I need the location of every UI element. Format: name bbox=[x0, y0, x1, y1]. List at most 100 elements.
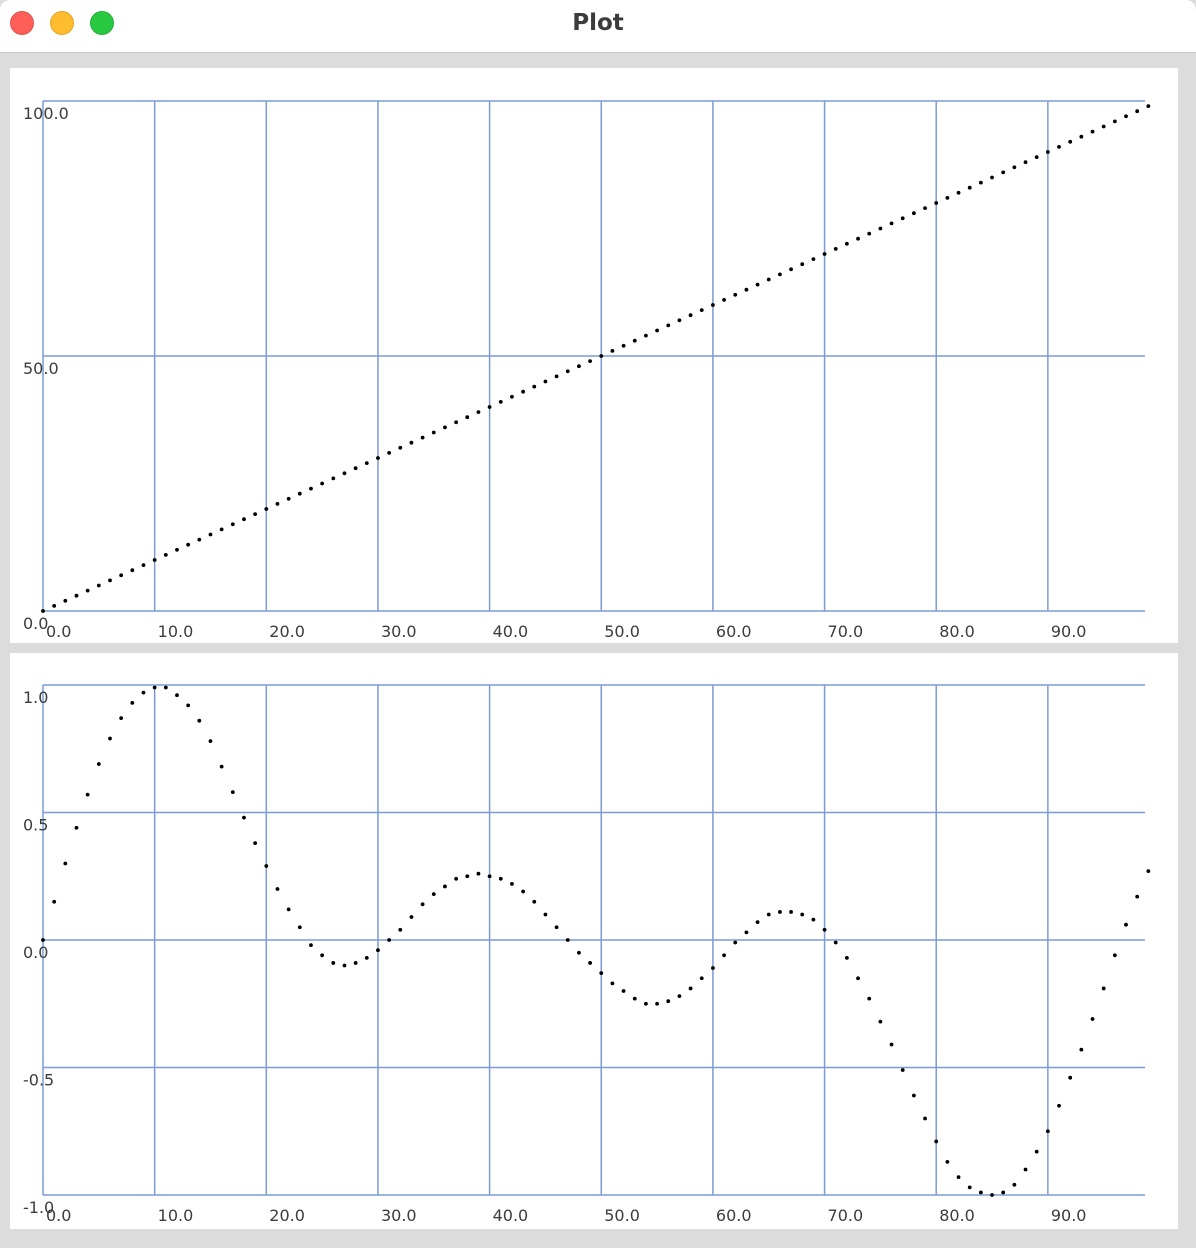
data-point bbox=[867, 996, 872, 1001]
data-point bbox=[320, 481, 325, 486]
data-point bbox=[733, 292, 738, 297]
data-point bbox=[342, 471, 347, 476]
data-point bbox=[364, 461, 369, 465]
top-plot-panel: 0.0 10.0 20.0 30.0 40.0 50.0 60.0 70.0 80.0 90.0 0… bbox=[10, 68, 1178, 643]
data-point bbox=[108, 736, 112, 741]
data-point bbox=[353, 466, 358, 471]
data-point bbox=[175, 547, 179, 552]
x-tick-label: 10.0 bbox=[158, 622, 194, 641]
data-point bbox=[242, 517, 246, 522]
data-point bbox=[152, 685, 157, 690]
data-point bbox=[85, 792, 90, 797]
data-point bbox=[990, 175, 994, 180]
x-tick-label: 40.0 bbox=[493, 1206, 529, 1225]
data-point bbox=[878, 226, 883, 231]
y-tick-label: -0.5 bbox=[23, 1071, 54, 1090]
linear-scatter-chart: 0.0 10.0 20.0 30.0 40.0 50.0 60.0 70.0 80.0 90.0 0… bbox=[23, 100, 1151, 641]
data-point bbox=[856, 236, 860, 241]
data-point bbox=[990, 1193, 994, 1197]
data-point bbox=[644, 1001, 648, 1006]
data-point bbox=[755, 282, 760, 287]
data-point bbox=[498, 876, 503, 881]
data-point bbox=[934, 1139, 939, 1144]
data-point bbox=[253, 841, 258, 845]
data-point bbox=[521, 889, 526, 894]
data-point bbox=[141, 563, 146, 567]
data-point bbox=[923, 206, 927, 211]
data-point bbox=[1146, 869, 1151, 874]
data-point bbox=[967, 185, 972, 190]
bottom-plot-panel: 0.0 10.0 20.0 30.0 40.0 50.0 60.0 70.0 80.0 90.0 -… bbox=[10, 653, 1178, 1229]
data-point bbox=[867, 231, 872, 236]
data-point bbox=[1057, 1103, 1061, 1108]
data-point bbox=[108, 578, 112, 583]
data-point bbox=[130, 700, 135, 705]
y-tick-label: 0.0 bbox=[23, 614, 48, 633]
data-point bbox=[498, 400, 503, 404]
data-point bbox=[777, 910, 782, 914]
data-point bbox=[878, 1019, 883, 1024]
data-point bbox=[1101, 124, 1106, 129]
data-point bbox=[554, 925, 559, 930]
data-point bbox=[1057, 145, 1061, 149]
data-point bbox=[744, 287, 749, 292]
data-point bbox=[1135, 109, 1140, 114]
x-tick-label: 60.0 bbox=[716, 1206, 752, 1225]
data-point bbox=[822, 252, 827, 256]
data-point bbox=[800, 912, 805, 917]
data-point bbox=[1101, 986, 1106, 991]
data-point bbox=[1079, 134, 1084, 139]
data-point bbox=[353, 961, 358, 965]
x-tick-label: 0.0 bbox=[46, 622, 71, 641]
data-point bbox=[253, 512, 258, 516]
data-point bbox=[398, 927, 403, 932]
data-point bbox=[711, 966, 715, 970]
data-point bbox=[711, 303, 715, 307]
data-point bbox=[1012, 165, 1017, 170]
data-point bbox=[186, 542, 191, 547]
data-point bbox=[152, 558, 157, 562]
data-point bbox=[632, 996, 637, 1001]
data-point bbox=[610, 981, 615, 986]
data-point bbox=[230, 790, 235, 794]
x-tick-label: 30.0 bbox=[381, 1206, 417, 1225]
data-point bbox=[376, 456, 380, 460]
x-tick-label: 80.0 bbox=[939, 622, 975, 641]
data-point bbox=[487, 405, 492, 409]
data-point bbox=[208, 532, 213, 537]
data-point bbox=[465, 415, 470, 420]
data-point bbox=[889, 1042, 894, 1047]
data-point bbox=[230, 522, 235, 527]
x-tick-label: 70.0 bbox=[828, 622, 864, 641]
data-point bbox=[387, 938, 392, 942]
x-tick-label: 80.0 bbox=[939, 1206, 975, 1225]
x-tick-label: 30.0 bbox=[381, 622, 417, 641]
data-point bbox=[309, 486, 313, 491]
data-point bbox=[1045, 1129, 1050, 1134]
data-point bbox=[1045, 150, 1050, 154]
data-point bbox=[409, 915, 414, 919]
data-point bbox=[275, 887, 280, 891]
x-tick-label: 40.0 bbox=[493, 622, 529, 641]
data-point bbox=[1001, 170, 1006, 175]
data-point bbox=[510, 394, 514, 399]
data-point bbox=[956, 190, 961, 195]
title-bar[interactable]: Plot bbox=[0, 0, 1196, 53]
data-point bbox=[1090, 129, 1095, 134]
data-point bbox=[1034, 1149, 1039, 1154]
data-point bbox=[364, 955, 369, 960]
data-point bbox=[130, 568, 135, 573]
data-point bbox=[74, 825, 79, 830]
data-point bbox=[688, 986, 693, 991]
data-point bbox=[409, 440, 414, 445]
x-tick-label: 50.0 bbox=[604, 622, 640, 641]
data-point bbox=[699, 976, 704, 981]
data-point bbox=[666, 999, 671, 1004]
data-point bbox=[41, 938, 45, 942]
data-point bbox=[978, 180, 983, 185]
data-point bbox=[532, 899, 537, 904]
data-point bbox=[833, 247, 838, 251]
data-point bbox=[431, 430, 436, 435]
data-point bbox=[789, 267, 793, 272]
data-point bbox=[677, 994, 682, 998]
